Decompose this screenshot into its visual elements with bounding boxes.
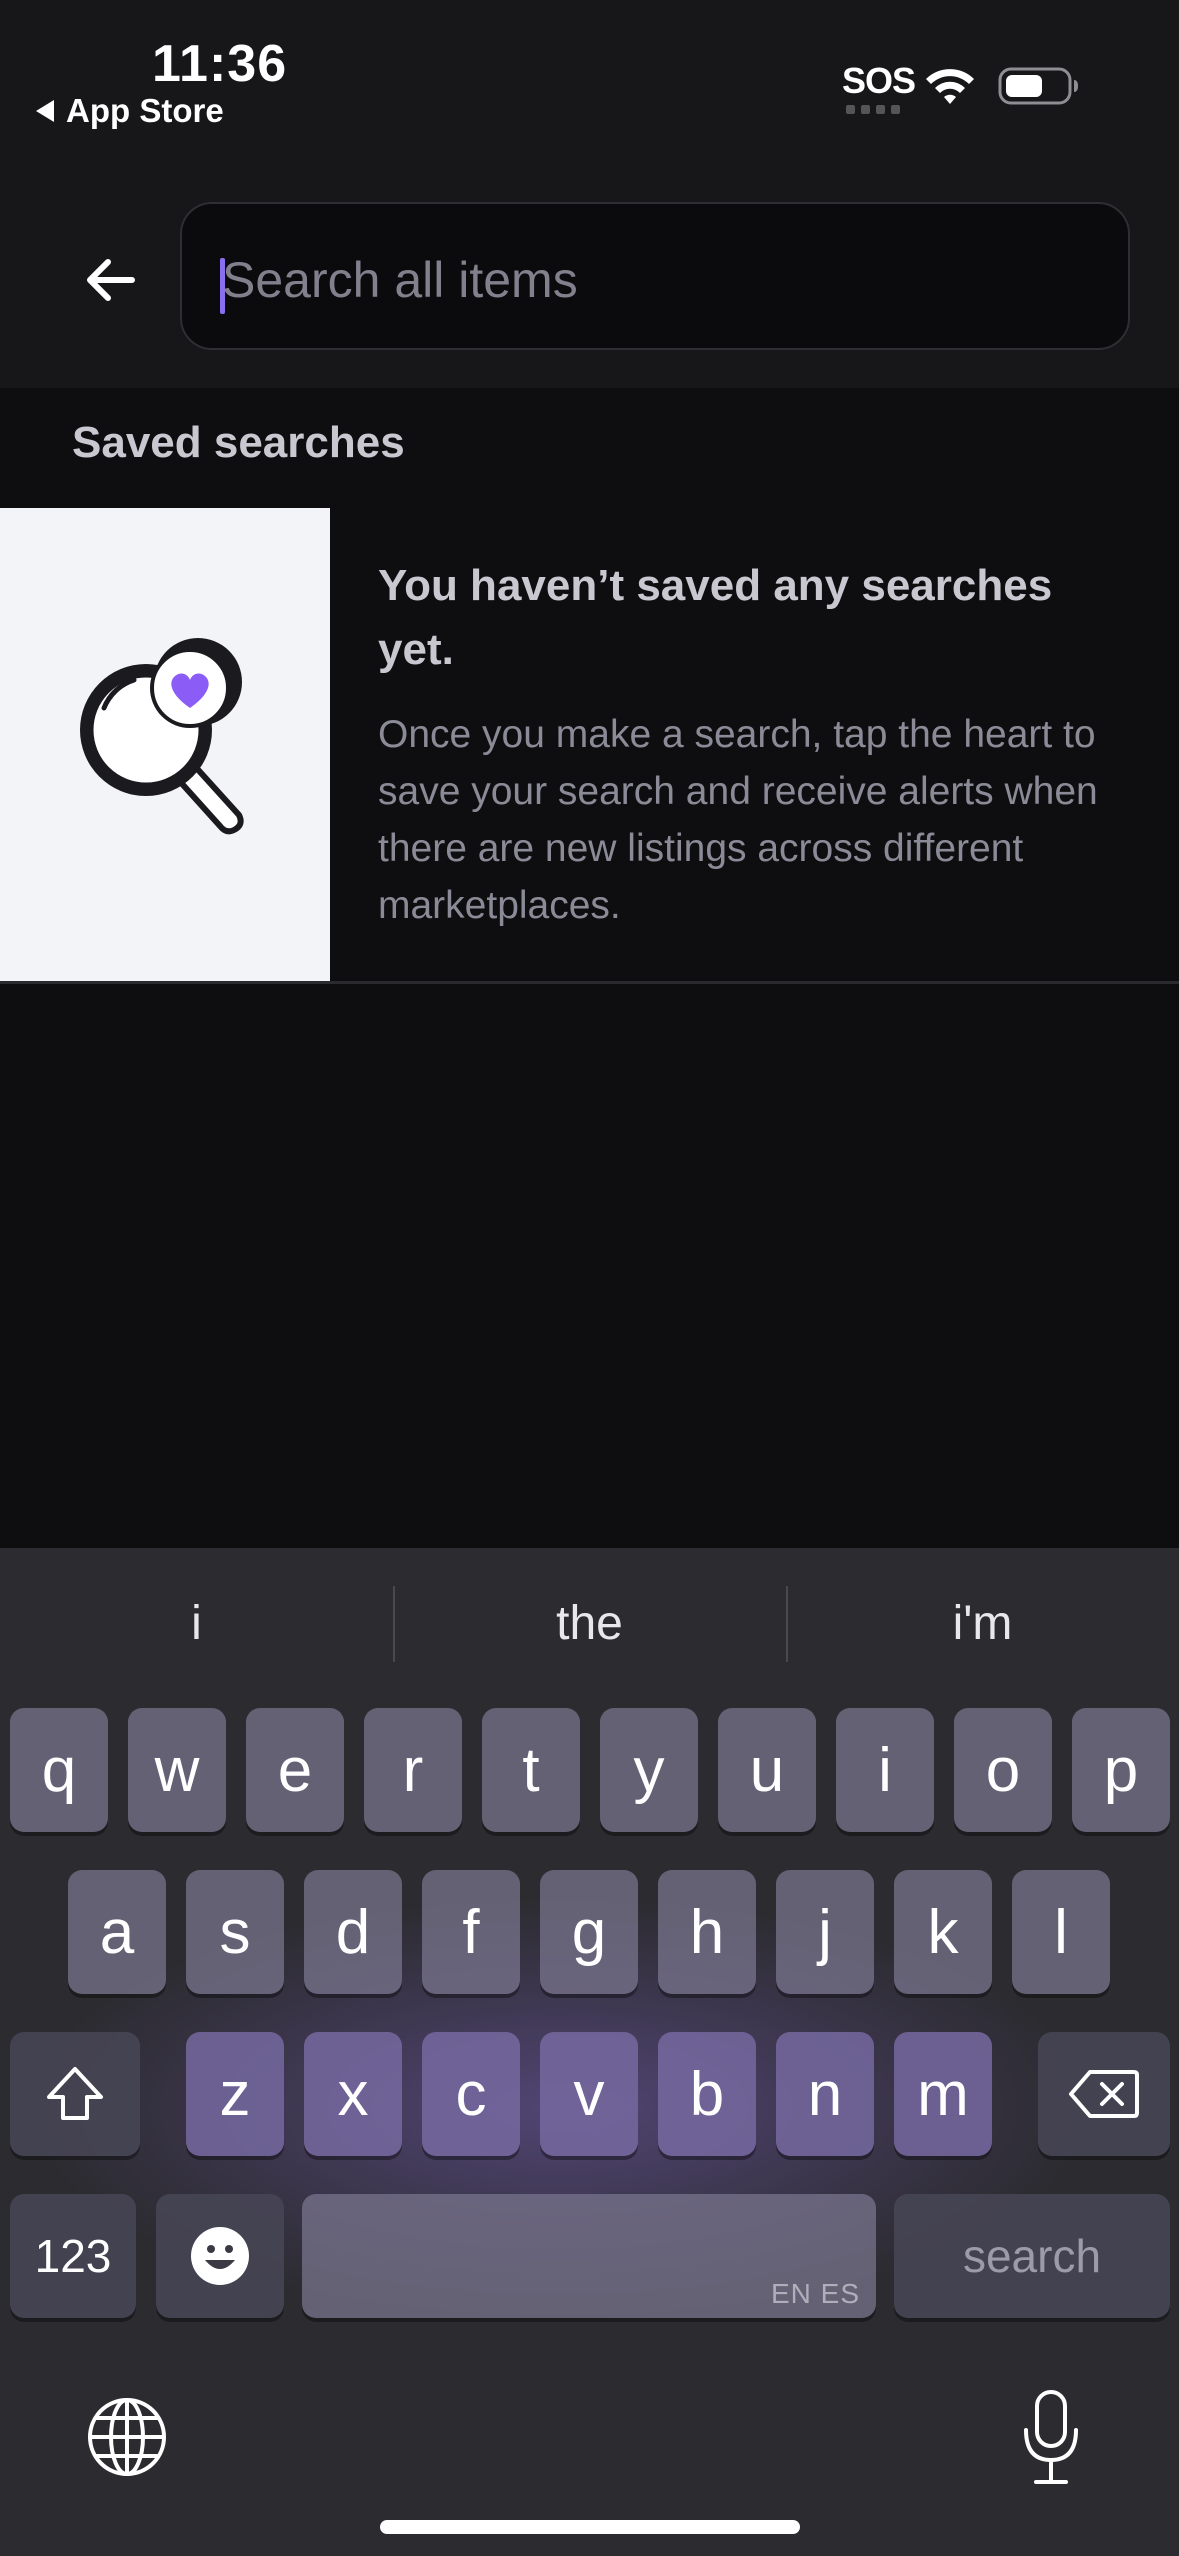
key-w[interactable]: w xyxy=(128,1708,226,1832)
back-button[interactable] xyxy=(72,242,148,318)
key-s[interactable]: s xyxy=(186,1870,284,1994)
screen: 11:36 App Store SOS Saved sear xyxy=(0,0,1179,2556)
key-b[interactable]: b xyxy=(658,2032,756,2156)
wifi-icon xyxy=(926,69,974,104)
home-indicator[interactable] xyxy=(380,2520,800,2534)
key-o[interactable]: o xyxy=(954,1708,1052,1832)
key-m[interactable]: m xyxy=(894,2032,992,2156)
microphone-icon[interactable] xyxy=(1020,2388,1082,2488)
emoji-icon xyxy=(191,2227,249,2285)
back-triangle-icon xyxy=(36,100,54,122)
key-c[interactable]: c xyxy=(422,2032,520,2156)
empty-illustration xyxy=(0,508,330,981)
key-h[interactable]: h xyxy=(658,1870,756,1994)
key-q[interactable]: q xyxy=(10,1708,108,1832)
key-i[interactable]: i xyxy=(836,1708,934,1832)
key-e[interactable]: e xyxy=(246,1708,344,1832)
back-to-app-store[interactable]: App Store xyxy=(36,92,224,130)
empty-title: You haven’t saved any searches yet. xyxy=(378,561,1053,674)
shift-icon xyxy=(47,2067,103,2120)
divider xyxy=(0,981,1179,984)
suggestion-item[interactable]: i xyxy=(0,1548,393,1698)
empty-description: Once you make a search, tap the heart to… xyxy=(378,713,1098,927)
search-input[interactable] xyxy=(222,240,1082,320)
globe-icon[interactable] xyxy=(86,2396,168,2478)
key-f[interactable]: f xyxy=(422,1870,520,1994)
key-k[interactable]: k xyxy=(894,1870,992,1994)
keyboard: i the i'm q w e r t y u i o p a s d f g … xyxy=(0,1548,1179,2556)
delete-key[interactable] xyxy=(1038,2032,1170,2156)
numbers-key[interactable]: 123 xyxy=(10,2194,136,2318)
arrow-left-icon xyxy=(87,259,135,301)
status-time: 11:36 xyxy=(152,35,288,93)
search-box[interactable] xyxy=(180,202,1130,350)
key-y[interactable]: y xyxy=(600,1708,698,1832)
key-t[interactable]: t xyxy=(482,1708,580,1832)
key-z[interactable]: z xyxy=(186,2032,284,2156)
key-r[interactable]: r xyxy=(364,1708,462,1832)
key-x[interactable]: x xyxy=(304,2032,402,2156)
space-key[interactable]: EN ES xyxy=(302,2194,876,2318)
key-u[interactable]: u xyxy=(718,1708,816,1832)
saved-searches-title: Saved searches xyxy=(72,418,405,467)
key-g[interactable]: g xyxy=(540,1870,638,1994)
suggestion-item[interactable]: the xyxy=(393,1548,786,1698)
key-d[interactable]: d xyxy=(304,1870,402,1994)
magnifier-heart-icon xyxy=(80,638,244,835)
shift-key[interactable] xyxy=(10,2032,140,2156)
emoji-key[interactable] xyxy=(156,2194,284,2318)
search-key[interactable]: search xyxy=(894,2194,1170,2318)
empty-saved-searches: You haven’t saved any searches yet. Once… xyxy=(0,508,1179,984)
suggestion-item[interactable]: i'm xyxy=(786,1548,1179,1698)
key-a[interactable]: a xyxy=(68,1870,166,1994)
delete-icon xyxy=(1069,2070,1139,2118)
signal-dots xyxy=(846,105,900,114)
keyboard-language-label: EN ES xyxy=(770,2278,860,2309)
status-bar: 11:36 App Store SOS xyxy=(0,0,1179,170)
key-n[interactable]: n xyxy=(776,2032,874,2156)
suggestion-bar: i the i'm xyxy=(0,1548,1179,1698)
key-p[interactable]: p xyxy=(1072,1708,1170,1832)
back-app-label: App Store xyxy=(66,92,224,129)
search-header xyxy=(0,170,1179,388)
key-v[interactable]: v xyxy=(540,2032,638,2156)
sos-indicator: SOS xyxy=(842,60,916,101)
key-j[interactable]: j xyxy=(776,1870,874,1994)
key-l[interactable]: l xyxy=(1012,1870,1110,1994)
battery-icon xyxy=(998,67,1078,105)
